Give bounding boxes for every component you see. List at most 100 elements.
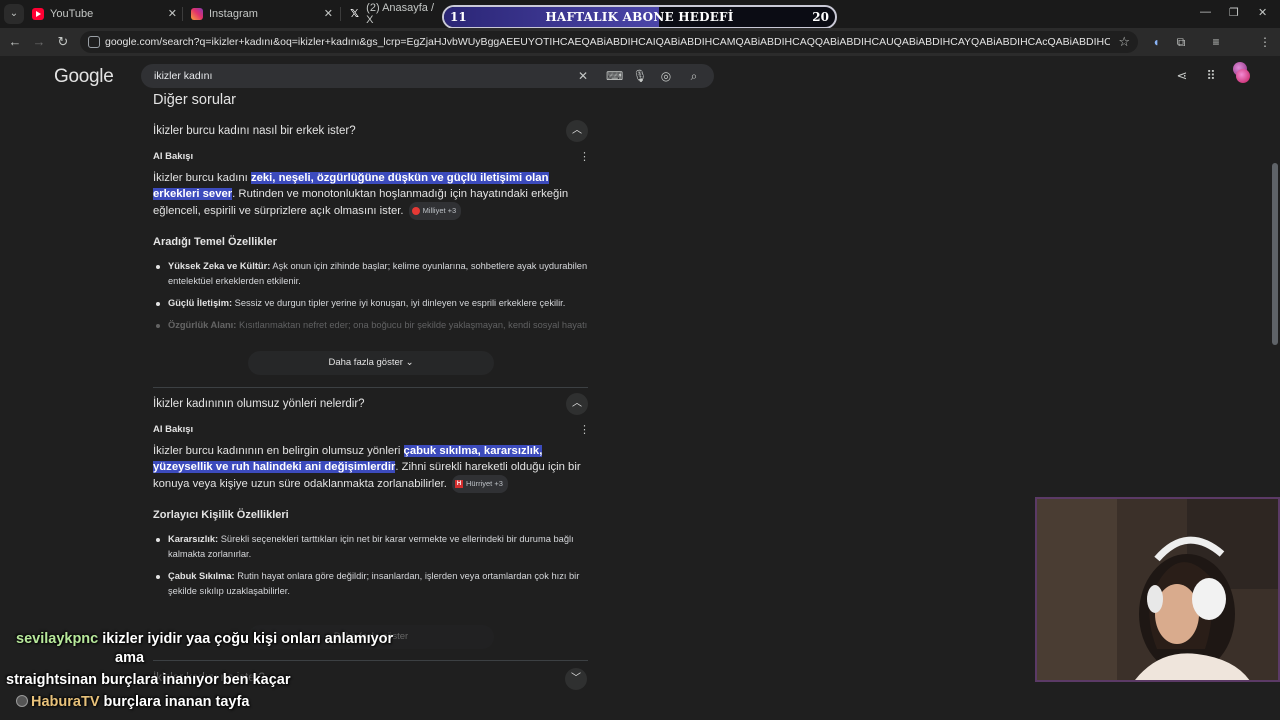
keyboard-icon[interactable]: ⌨	[606, 68, 623, 84]
x-icon: 𝕏	[350, 8, 360, 20]
streamer-webcam-image	[1037, 499, 1278, 680]
browser-toolbar: ← → ↻ google.com/search?q=ikizler+kadını…	[0, 28, 1280, 76]
subheading: Zorlayıcı Kişilik Özellikleri	[153, 509, 289, 521]
share-icon[interactable]: ⋖	[1174, 68, 1190, 84]
milliyet-icon	[411, 207, 420, 216]
subheading: Aradığı Temel Özellikler	[153, 236, 277, 248]
bullet-list: Kararsızlık: Sürekli seçenekleri tarttık…	[153, 532, 588, 606]
goal-target: 20	[812, 10, 829, 24]
extension-wave-icon[interactable]: ◖	[1148, 34, 1164, 50]
close-icon[interactable]: ✕	[324, 7, 333, 20]
list-item: Güçlü İletişim: Sessiz ve durgun tipler …	[153, 296, 588, 311]
tab-instagram[interactable]: Instagram ✕	[191, 4, 333, 24]
question-1[interactable]: İkizler burcu kadını nasıl bir erkek ist…	[153, 120, 588, 142]
chat-username: sevilaykpnc	[16, 631, 99, 647]
lens-icon[interactable]: ◎	[658, 68, 674, 84]
url-text[interactable]: google.com/search?q=ikizler+kadını&oq=ik…	[105, 36, 1110, 48]
address-bar[interactable]: google.com/search?q=ikizler+kadını&oq=ik…	[80, 31, 1138, 53]
tab-strip: ⌄ YouTube ✕ Instagram ✕ 𝕏 (2) Anasayfa /…	[0, 0, 1280, 29]
subscriber-goal-banner: 11 HAFTALIK ABONE HEDEFİ 20	[442, 5, 837, 29]
show-more-button[interactable]: Daha fazla göster ⌄	[248, 351, 494, 375]
forward-arrow-icon[interactable]: →	[30, 33, 48, 51]
chat-text: burçlara inanıyor ben kaçar	[101, 672, 291, 688]
youtube-icon	[32, 8, 44, 20]
close-icon[interactable]: ✕	[168, 7, 177, 20]
chevron-up-icon[interactable]: ︿	[566, 393, 588, 415]
show-more-label: Daha fazla göster	[328, 357, 403, 368]
webcam-feed	[1035, 497, 1280, 682]
instagram-icon	[191, 8, 203, 20]
back-arrow-icon[interactable]: ←	[6, 33, 24, 51]
ai-overview-label: AI Bakışı	[153, 424, 194, 435]
source-chip[interactable]: Milliyet +3	[408, 202, 462, 220]
list-item: Yüksek Zeka ve Kültür: Aşk onun için zih…	[153, 259, 588, 289]
tab-x[interactable]: 𝕏 (2) Anasayfa / X	[349, 2, 439, 26]
microphone-icon[interactable]: 🎙	[632, 68, 648, 84]
list-item: Özgürlük Alanı: Kısıtlanmaktan nefret ed…	[153, 318, 588, 334]
browser-menu-icon[interactable]: ⋮	[1257, 34, 1273, 50]
bullet-list: Yüksek Zeka ve Kültür: Aşk onun için zih…	[153, 259, 588, 341]
source-label: Hürriyet +3	[466, 479, 503, 488]
ai-overview-label: AI Bakışı	[153, 151, 194, 162]
chat-username: straightsinan	[6, 672, 98, 688]
chevron-down-icon[interactable]: ﹀	[565, 668, 587, 690]
chat-message-continuation: ama	[115, 650, 144, 666]
list-item: Çabuk Sıkılma: Rutin hayat onlara göre d…	[153, 569, 588, 599]
bullet-title: Kararsızlık:	[168, 534, 219, 544]
restore-icon[interactable]: ❐	[1229, 6, 1239, 19]
tab-title: (2) Anasayfa / X	[366, 2, 435, 26]
chat-username: HaburaTV	[31, 694, 100, 710]
chat-text: ama	[115, 650, 145, 666]
question-2[interactable]: İkizler kadınının olumsuz yönleri nelerd…	[153, 393, 588, 415]
search-box[interactable]: ikizler kadını ✕ ⌨ 🎙 ◎ ⌕	[141, 64, 714, 88]
bullet-text: Sürekli seçenekleri tarttıkları için net…	[168, 534, 574, 559]
chat-message: straightsinan burçlara inanıyor ben kaça…	[6, 672, 290, 688]
google-logo[interactable]: Google	[54, 66, 114, 88]
chevron-up-icon[interactable]: ︿	[566, 120, 588, 142]
reload-icon[interactable]: ↻	[54, 33, 72, 51]
source-label: Milliyet +3	[422, 206, 457, 215]
bullet-title: Çabuk Sıkılma:	[168, 571, 235, 581]
ai-answer: İkizler burcu kadınının en belirgin olum…	[153, 443, 588, 493]
more-options-icon[interactable]: ⋮	[579, 423, 590, 436]
bullet-title: Güçlü İletişim:	[168, 298, 233, 308]
chat-text: burçlara inanan tayfa	[103, 694, 250, 710]
extensions-puzzle-icon[interactable]: ⧉	[1173, 34, 1189, 50]
goal-title: HAFTALIK ABONE HEDEFİ	[545, 10, 734, 24]
account-avatar[interactable]	[1236, 69, 1250, 83]
tab-search-button[interactable]: ⌄	[4, 4, 24, 24]
source-chip[interactable]: H Hürriyet +3	[452, 475, 508, 493]
chat-message: HaburaTV burçlara inanan tayfa	[16, 694, 249, 710]
chat-text: ikizler iyidir yaa çoğu kişi onları anla…	[102, 631, 394, 647]
answer-text: İkizler burcu kadınının en belirgin olum…	[153, 445, 404, 457]
bookmark-star-icon[interactable]: ☆	[1118, 34, 1130, 50]
tab-youtube[interactable]: YouTube ✕	[32, 4, 177, 24]
ai-answer: İkizler burcu kadını zeki, neşeli, özgür…	[153, 170, 588, 220]
tab-title: Instagram	[209, 8, 258, 20]
clear-icon[interactable]: ✕	[575, 68, 591, 84]
bullet-title: Özgürlük Alanı:	[168, 320, 237, 330]
search-icon[interactable]: ⌕	[686, 68, 702, 84]
divider	[153, 387, 588, 388]
apps-grid-icon[interactable]: ⠿	[1203, 68, 1219, 84]
bullet-title: Yüksek Zeka ve Kültür:	[168, 261, 271, 271]
reading-list-icon[interactable]: ≡	[1208, 34, 1224, 50]
scroll-thumb[interactable]	[1272, 163, 1278, 345]
list-item: Kararsızlık: Sürekli seçenekleri tarttık…	[153, 532, 588, 562]
question-text[interactable]: İkizler kadınının olumsuz yönleri nelerd…	[153, 398, 365, 410]
answer-text: İkizler burcu kadını	[153, 172, 251, 184]
tab-title: YouTube	[50, 8, 94, 20]
stream-chat-overlay: sevilaykpnc ikizler iyidir yaa çoğu kişi…	[0, 628, 520, 720]
moderator-badge-icon	[16, 695, 28, 707]
site-info-icon[interactable]	[88, 36, 100, 48]
more-options-icon[interactable]: ⋮	[579, 150, 590, 163]
section-title: Diğer sorular	[153, 92, 236, 108]
minimize-icon[interactable]: —	[1200, 6, 1211, 18]
hurriyet-icon: H	[455, 480, 464, 489]
search-input[interactable]: ikizler kadını	[154, 70, 212, 82]
chat-message: sevilaykpnc ikizler iyidir yaa çoğu kişi…	[16, 631, 393, 647]
window-close-icon[interactable]: ✕	[1258, 6, 1267, 19]
bullet-text: Sessiz ve durgun tipler yerine iyi konuş…	[232, 298, 566, 308]
question-text[interactable]: İkizler burcu kadını nasıl bir erkek ist…	[153, 125, 356, 137]
chevron-down-icon: ⌄	[405, 357, 414, 368]
